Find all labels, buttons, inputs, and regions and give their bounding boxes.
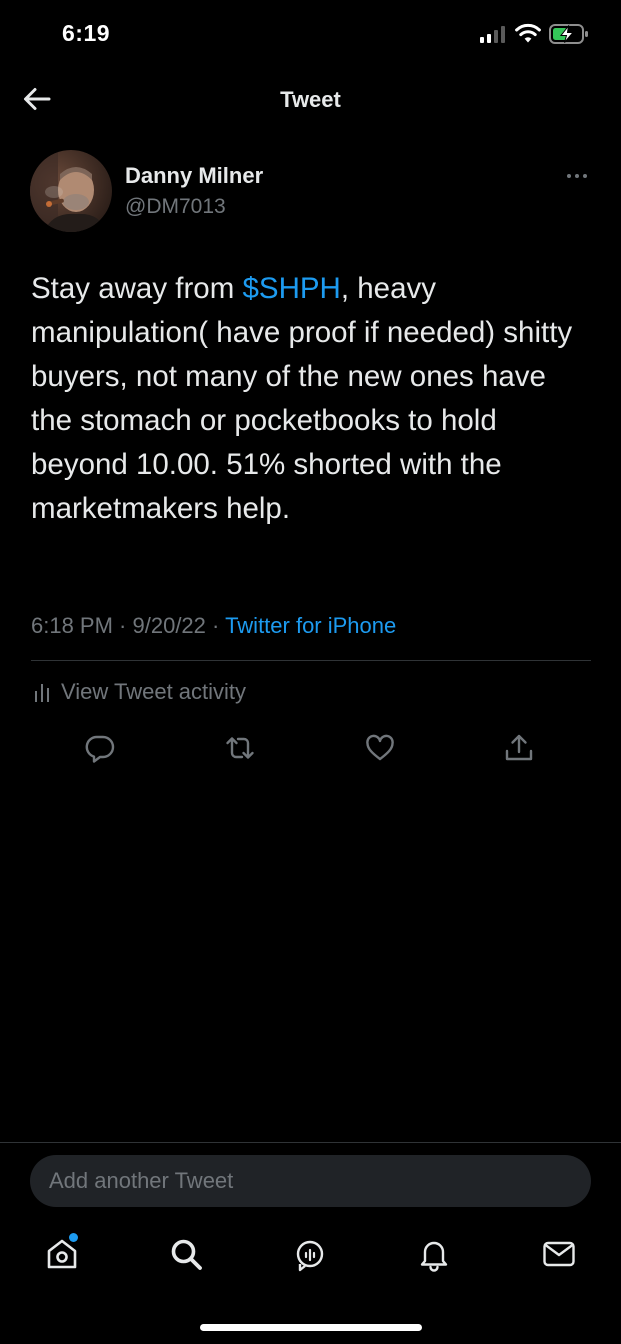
new-content-dot bbox=[69, 1233, 78, 1242]
meta-separator: · bbox=[205, 613, 226, 638]
tweet-text-start: Stay away from bbox=[31, 272, 243, 305]
tweet-text: Stay away from $SHPH, heavy manipulation… bbox=[31, 267, 591, 531]
cellular-signal-icon bbox=[480, 26, 505, 43]
view-tweet-activity-label: View Tweet activity bbox=[61, 679, 247, 704]
tweet-text-rest: , heavy manipulation( have proof if need… bbox=[31, 272, 573, 525]
bottom-divider bbox=[0, 1142, 621, 1143]
status-time: 6:19 bbox=[62, 20, 111, 46]
divider bbox=[31, 660, 591, 661]
top-nav-bar: Tweet bbox=[0, 70, 621, 130]
bar-chart-icon bbox=[35, 684, 49, 702]
status-bar: 6:19 bbox=[0, 0, 621, 70]
retweet-icon[interactable] bbox=[224, 732, 256, 764]
tweet-source-link[interactable]: Twitter for iPhone bbox=[225, 613, 396, 638]
author-avatar[interactable] bbox=[30, 150, 112, 232]
reply-icon[interactable] bbox=[84, 732, 116, 764]
tweet-time: 6:18 PM bbox=[31, 613, 113, 638]
tweet-meta: 6:18 PM · 9/20/22 · Twitter for iPhone bbox=[31, 613, 396, 639]
tweet-detail-screen: 6:19 Tweet Danny Milner @DM7013 Stay awa… bbox=[0, 0, 621, 1344]
search-icon[interactable] bbox=[168, 1236, 204, 1272]
messages-icon[interactable] bbox=[541, 1236, 577, 1272]
cashtag-link[interactable]: $SHPH bbox=[242, 272, 340, 305]
like-icon[interactable] bbox=[364, 732, 396, 764]
page-title: Tweet bbox=[280, 87, 341, 112]
tweet-date: 9/20/22 bbox=[132, 613, 206, 638]
home-indicator[interactable] bbox=[200, 1324, 422, 1331]
reply-input-placeholder: Add another Tweet bbox=[49, 1168, 234, 1193]
more-options-icon[interactable] bbox=[562, 166, 592, 186]
author-name[interactable]: Danny Milner bbox=[125, 163, 263, 189]
meta-separator: · bbox=[112, 613, 133, 638]
view-tweet-activity-link[interactable]: View Tweet activity bbox=[33, 679, 246, 705]
wifi-icon bbox=[515, 23, 541, 43]
spaces-icon[interactable] bbox=[292, 1236, 328, 1272]
notifications-icon[interactable] bbox=[416, 1236, 452, 1272]
author-handle[interactable]: @DM7013 bbox=[125, 195, 226, 219]
share-icon[interactable] bbox=[503, 732, 535, 764]
reply-input[interactable]: Add another Tweet bbox=[30, 1155, 591, 1207]
battery-charging-icon bbox=[549, 24, 588, 44]
